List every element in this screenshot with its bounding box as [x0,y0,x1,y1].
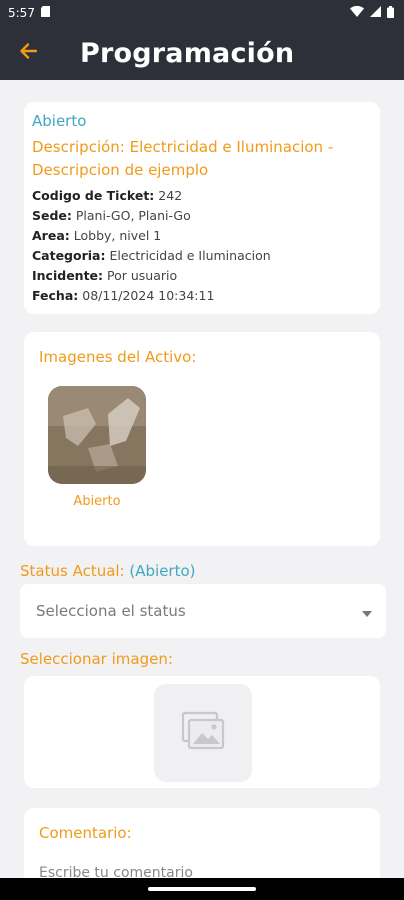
status-time: 5:57 [8,6,35,20]
asset-images-title: Imagenes del Activo: [39,348,197,366]
status-dropdown-placeholder: Selecciona el status [36,602,186,620]
caret-down-icon [362,602,372,621]
home-gesture-handle[interactable] [148,887,256,891]
system-status-bar: 5:57 [0,0,404,26]
page-title: Programación [80,37,295,69]
ticket-code-row: Codigo de Ticket: 242 [32,188,183,203]
system-navigation-bar [0,878,404,900]
asset-images-card: Imagenes del Activo: Abierto [24,332,380,546]
ticket-area-row: Area: Lobby, nivel 1 [32,228,162,243]
select-image-label: Seleccionar imagen: [20,650,173,668]
ticket-description: Descripción: Electricidad e Iluminacion … [32,138,334,179]
app-bar: Programación [0,26,404,80]
current-status-label: Status Actual: (Abierto) [20,562,196,580]
battery-icon [387,5,394,21]
top-app-bar: 5:57 Programación [0,0,404,80]
arrow-left-icon [19,43,38,63]
wifi-icon [350,5,364,20]
ticket-info-card: Abierto Descripción: Electricidad e Ilum… [24,102,380,314]
current-status-value: (Abierto) [129,562,196,580]
ticket-date-row: Fecha: 08/11/2024 10:34:11 [32,288,215,303]
ticket-site-row: Sede: Plani-GO, Plani-Go [32,208,191,223]
status-dropdown[interactable]: Selecciona el status [20,584,386,638]
image-placeholder-icon [181,711,225,755]
ticket-incident-row: Incidente: Por usuario [32,268,178,283]
image-picker-button[interactable] [154,684,252,782]
ticket-category-row: Categoria: Electricidad e Iluminacion [32,248,271,263]
cell-signal-icon [370,6,381,20]
comment-title: Comentario: [39,824,132,842]
asset-image-caption: Abierto [73,494,121,509]
asset-image-thumbnail[interactable] [48,386,146,484]
back-button[interactable] [0,26,56,80]
image-picker-card [24,676,380,788]
sd-card-icon [40,6,50,20]
ticket-status: Abierto [32,112,87,130]
